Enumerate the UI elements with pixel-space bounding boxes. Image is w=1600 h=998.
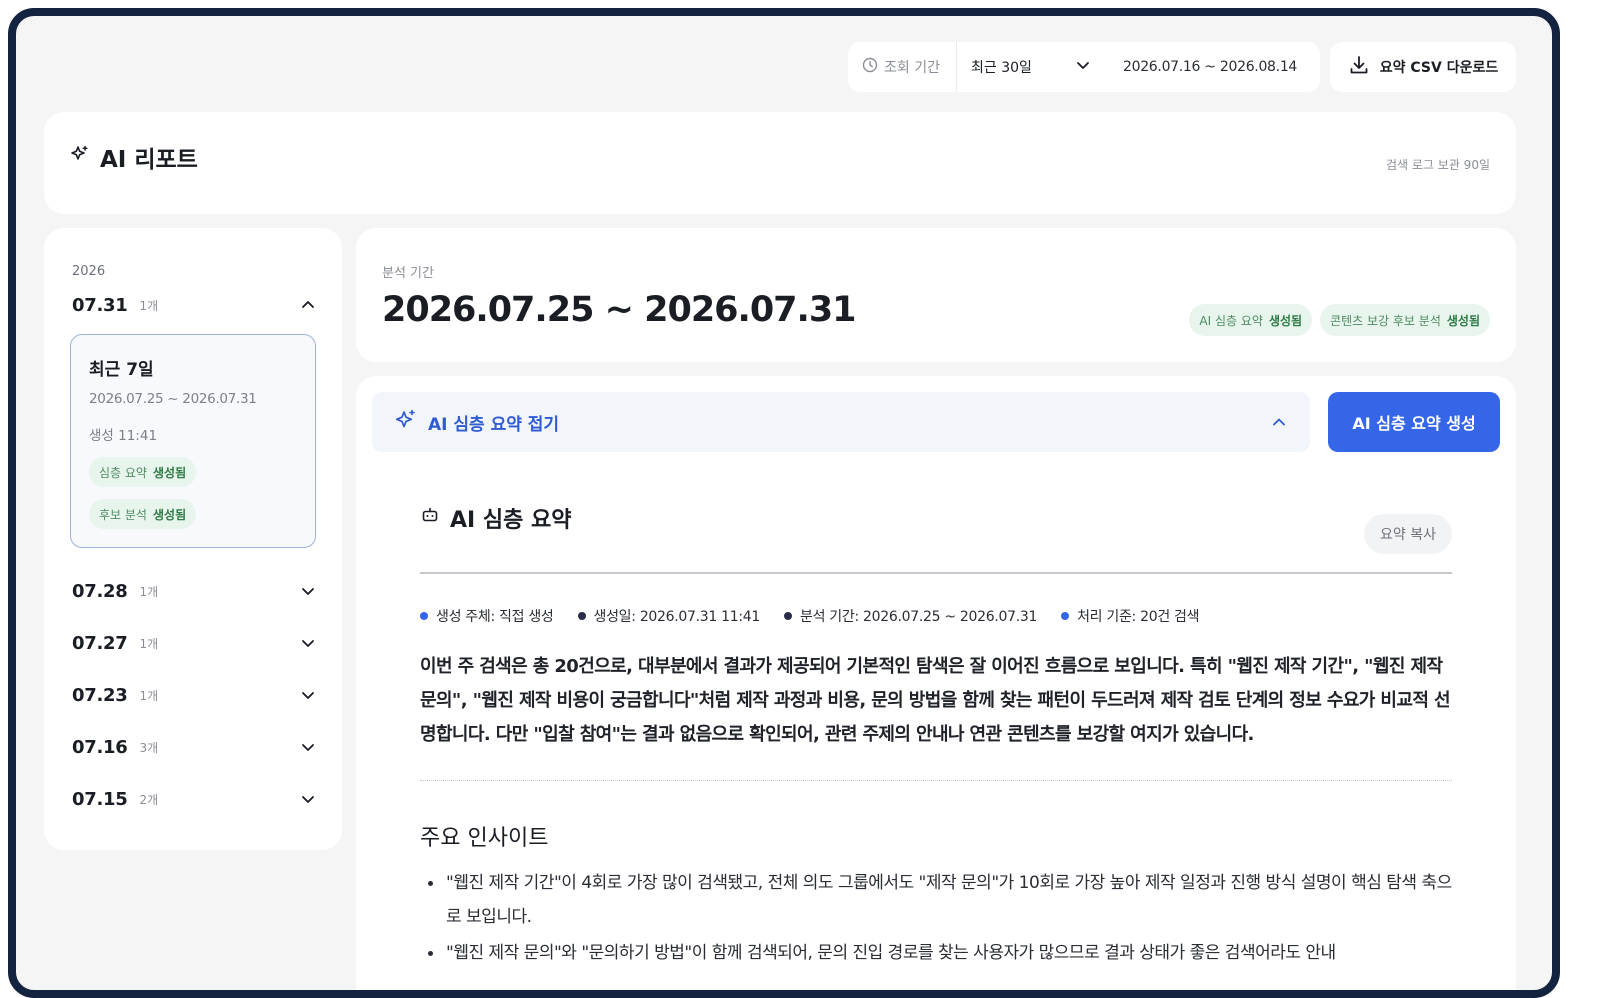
bullet-dot bbox=[420, 612, 428, 620]
insights-list: "웹진 제작 기간"이 4회로 가장 많이 검색됐고, 전체 의도 그룹에서도 … bbox=[420, 866, 1460, 972]
page-title: AI 리포트 bbox=[70, 140, 198, 174]
robot-icon bbox=[420, 505, 440, 531]
period-card: 분석 기간 2026.07.25 ~ 2026.07.31 AI 심층 요약 생… bbox=[356, 228, 1516, 362]
chevron-down-icon bbox=[300, 635, 316, 651]
sparkle-icon bbox=[394, 408, 418, 437]
status-badge: AI 심층 요약 생성됨 bbox=[1189, 304, 1313, 336]
toggle-label: AI 심층 요약 접기 bbox=[428, 414, 560, 435]
summary-heading: AI 심층 요약 bbox=[420, 502, 572, 534]
date-count: 1개 bbox=[139, 584, 159, 599]
analysis-period-label: 분석 기간 bbox=[382, 266, 434, 281]
date-label: 07.16 bbox=[72, 736, 128, 758]
clock-icon bbox=[862, 57, 878, 77]
report-card-time: 생성 11:41 bbox=[89, 428, 158, 444]
chevron-down-icon bbox=[300, 791, 316, 807]
bullet-dot bbox=[577, 612, 586, 620]
status-chip: 심층 요약 생성됨 bbox=[89, 457, 197, 487]
badge-label: 콘텐츠 보강 후보 분석 bbox=[1330, 313, 1441, 328]
badge-label: AI 심층 요약 bbox=[1199, 313, 1263, 328]
sidebar-date-item[interactable]: 07.28 1개 bbox=[72, 576, 316, 606]
header-card: AI 리포트 검색 로그 보관 90일 bbox=[44, 112, 1516, 214]
toggle-label-group: AI 심층 요약 접기 bbox=[394, 408, 559, 437]
sidebar-date-item[interactable]: 07.31 1개 bbox=[72, 290, 316, 320]
divider bbox=[420, 780, 1452, 781]
meta-text: 생성 주체: 직접 생성 bbox=[436, 609, 554, 625]
chevron-up-icon bbox=[300, 297, 316, 313]
chevron-down-icon bbox=[300, 739, 316, 755]
date-count: 1개 bbox=[139, 298, 159, 313]
chip-status: 생성됨 bbox=[152, 507, 187, 522]
report-card[interactable]: 최근 7일 2026.07.25 ~ 2026.07.31 생성 11:41 심… bbox=[70, 334, 316, 548]
date-label: 07.23 bbox=[72, 684, 128, 706]
chevron-down-icon bbox=[1075, 57, 1091, 77]
retention-note: 검색 로그 보관 90일 bbox=[1386, 158, 1490, 172]
csv-download-label: 요약 CSV 다운로드 bbox=[1379, 60, 1499, 76]
sparkle-icon bbox=[70, 144, 90, 170]
meta-text: 생성일: 2026.07.31 11:41 bbox=[593, 609, 761, 625]
date-count: 1개 bbox=[139, 636, 159, 651]
insights-heading: 주요 인사이트 bbox=[420, 826, 549, 851]
app-frame: 조회 기간 최근 30일 2026.07.16 ~ 2026.08.14 요약 … bbox=[8, 8, 1560, 998]
badge-status: 생성됨 bbox=[1446, 313, 1480, 328]
list-item: "웹진 제작 기간"이 4회로 가장 많이 검색됐고, 전체 의도 그룹에서도 … bbox=[420, 866, 1460, 934]
sidebar: 2026 07.31 1개 최근 7일 2026.07.25 ~ 2026.07… bbox=[44, 228, 342, 850]
badge-status: 생성됨 bbox=[1268, 313, 1303, 328]
list-item: "웹진 제작 문의"와 "문의하기 방법"이 함께 검색되어, 문의 진입 경로… bbox=[420, 936, 1460, 970]
sidebar-date-item[interactable]: 07.23 1개 bbox=[72, 680, 316, 710]
period-select-value: 최근 30일 bbox=[970, 60, 1032, 76]
report-card-title: 최근 7일 bbox=[89, 360, 154, 380]
sidebar-date-item[interactable]: 07.27 1개 bbox=[72, 628, 316, 658]
date-label: 07.27 bbox=[72, 632, 128, 654]
summary-card: AI 심층 요약 접기 AI 심층 요약 생성 AI 심층 요약 요약 복사 생… bbox=[356, 376, 1516, 990]
sidebar-date-item[interactable]: 07.16 3개 bbox=[72, 732, 316, 762]
date-count: 2개 bbox=[139, 792, 159, 807]
summary-heading-text: AI 심층 요약 bbox=[450, 508, 572, 533]
generate-summary-button[interactable]: AI 심층 요약 생성 bbox=[1328, 392, 1500, 452]
summary-collapse-toggle[interactable]: AI 심층 요약 접기 bbox=[372, 392, 1310, 452]
divider bbox=[420, 572, 1452, 574]
copy-summary-button[interactable]: 요약 복사 bbox=[1364, 514, 1452, 554]
summary-meta: 생성 주체: 직접 생성 생성일: 2026.07.31 11:41 분석 기간… bbox=[420, 606, 1200, 626]
period-label-text: 조회 기간 bbox=[884, 60, 940, 76]
date-label: 07.15 bbox=[72, 788, 128, 810]
report-card-range: 2026.07.25 ~ 2026.07.31 bbox=[89, 391, 257, 407]
period-label: 조회 기간 bbox=[848, 42, 957, 92]
meta-item: 생성 주체: 직접 생성 bbox=[420, 606, 554, 626]
period-select[interactable]: 최근 30일 bbox=[957, 42, 1107, 92]
meta-text: 분석 기간: 2026.07.25 ~ 2026.07.31 bbox=[799, 609, 1038, 625]
analysis-period-range: 2026.07.25 ~ 2026.07.31 bbox=[382, 290, 857, 330]
bullet-dot bbox=[1061, 612, 1070, 620]
meta-item: 생성일: 2026.07.31 11:41 bbox=[577, 606, 761, 626]
chip-status: 생성됨 bbox=[152, 465, 187, 480]
meta-item: 처리 기준: 20건 검색 bbox=[1061, 606, 1200, 626]
date-label: 07.31 bbox=[72, 294, 128, 316]
chevron-up-icon bbox=[1270, 413, 1288, 431]
chevron-down-icon bbox=[300, 687, 316, 703]
status-badge: 콘텐츠 보강 후보 분석 생성됨 bbox=[1320, 304, 1490, 336]
meta-item: 분석 기간: 2026.07.25 ~ 2026.07.31 bbox=[783, 606, 1038, 626]
period-filter: 조회 기간 최근 30일 2026.07.16 ~ 2026.08.14 bbox=[848, 42, 1320, 92]
period-range-input[interactable]: 2026.07.16 ~ 2026.08.14 bbox=[1107, 59, 1297, 75]
date-count: 1개 bbox=[139, 688, 159, 703]
chevron-down-icon bbox=[300, 583, 316, 599]
chip-label: 심층 요약 bbox=[99, 465, 147, 480]
year-label: 2026 bbox=[72, 264, 106, 279]
page-title-text: AI 리포트 bbox=[100, 147, 198, 173]
meta-text: 처리 기준: 20건 검색 bbox=[1077, 609, 1200, 625]
bullet-dot bbox=[783, 612, 792, 620]
status-chip: 후보 분석 생성됨 bbox=[89, 499, 197, 529]
csv-download-button[interactable]: 요약 CSV 다운로드 bbox=[1330, 42, 1516, 92]
date-label: 07.28 bbox=[72, 580, 128, 602]
download-icon bbox=[1348, 54, 1370, 80]
date-count: 3개 bbox=[139, 740, 159, 755]
status-badges: AI 심층 요약 생성됨 콘텐츠 보강 후보 분석 생성됨 bbox=[1189, 304, 1490, 336]
sidebar-date-item[interactable]: 07.15 2개 bbox=[72, 784, 316, 814]
summary-body: 이번 주 검색은 총 20건으로, 대부분에서 결과가 제공되어 기본적인 탐색… bbox=[420, 656, 1451, 745]
chip-label: 후보 분석 bbox=[99, 507, 147, 522]
